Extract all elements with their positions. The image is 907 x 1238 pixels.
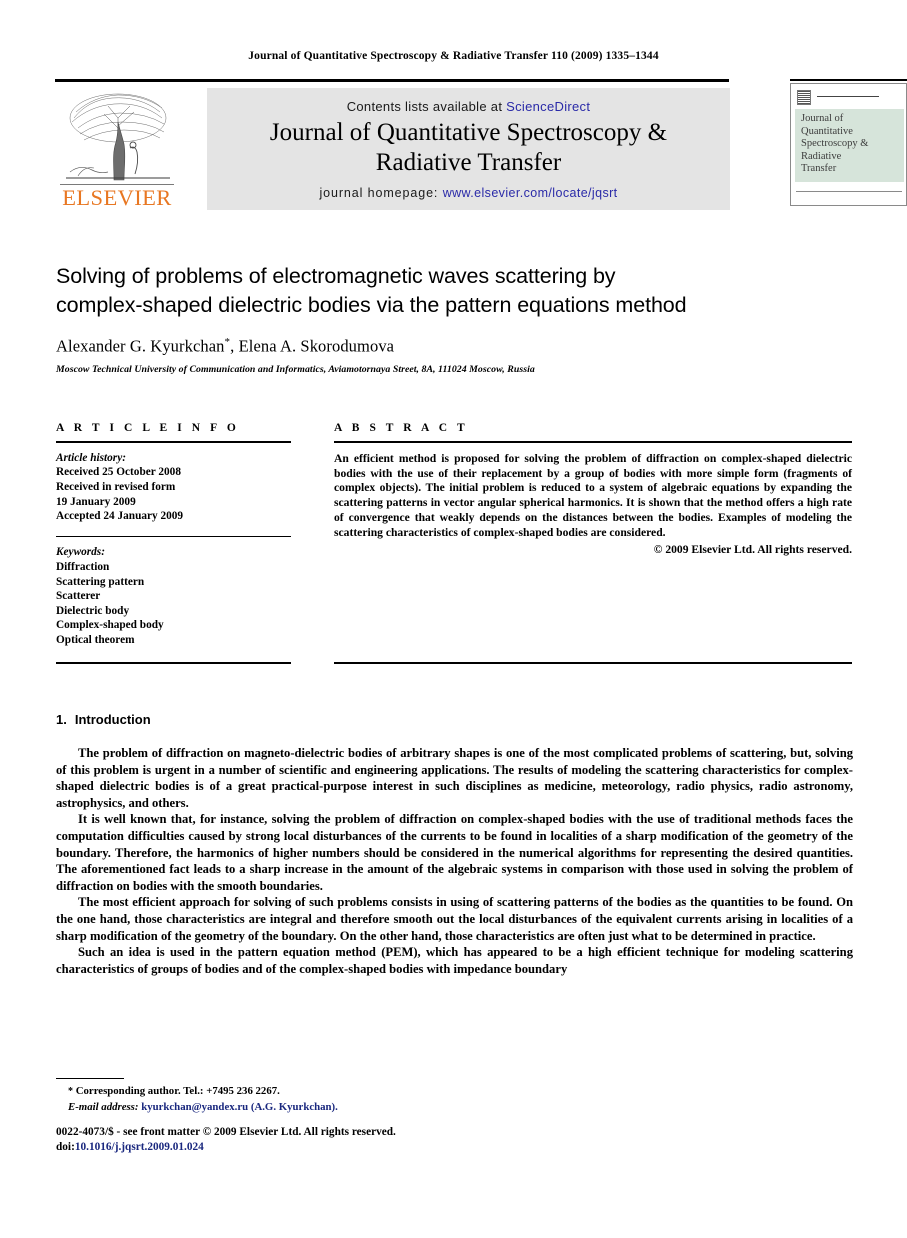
cover-header: [797, 90, 901, 106]
abstract-bottom-rule: [334, 662, 852, 664]
article-title-block: Solving of problems of electromagnetic w…: [56, 262, 856, 375]
body-paragraph: It is well known that, for instance, sol…: [56, 812, 853, 893]
contents-available-line: Contents lists available at ScienceDirec…: [207, 99, 730, 114]
keywords-group: Keywords: Diffraction Scattering pattern…: [56, 545, 291, 647]
journal-cover-thumbnail: Journal of Quantitative Spectroscopy & R…: [790, 83, 907, 206]
abstract-heading: A B S T R A C T: [334, 422, 469, 434]
keywords-label: Keywords:: [56, 546, 105, 559]
section-title: Introduction: [74, 712, 151, 727]
contents-available-prefix: Contents lists available at: [346, 99, 507, 114]
email-link[interactable]: kyurkchan@yandex.ru: [141, 1101, 248, 1113]
elsevier-wordmark: ELSEVIER: [62, 185, 172, 210]
article-history-label: Article history:: [56, 451, 126, 464]
body-paragraph: The most efficient approach for solving …: [56, 895, 853, 943]
issn-frontmatter-line: 0022-4073/$ - see front matter © 2009 El…: [56, 1126, 396, 1138]
cover-bottom-rule: [796, 191, 902, 192]
doi-link[interactable]: 10.1016/j.jqsrt.2009.01.024: [75, 1141, 204, 1153]
keyword-item: Diffraction: [56, 560, 110, 573]
article-history-group: Article history: Received 25 October 200…: [56, 451, 291, 524]
article-history-line: Accepted 24 January 2009: [56, 510, 184, 523]
cover-title-line-5: Transfer: [801, 163, 837, 175]
author-affiliation: Moscow Technical University of Communica…: [56, 363, 535, 375]
keyword-item: Optical theorem: [56, 633, 135, 646]
masthead-top-rule: [55, 79, 729, 82]
article-title-line-2: complex-shaped dielectric bodies via the…: [56, 293, 687, 317]
cover-title-line-3: Spectroscopy &: [801, 138, 869, 150]
cover-title-line-2: Quantitative: [801, 125, 853, 137]
keyword-item: Scatterer: [56, 590, 101, 603]
elsevier-tree-icon: [64, 88, 172, 182]
corresponding-author-star: *: [68, 1086, 73, 1097]
email-attribution: (A.G. Kyurkchan).: [250, 1100, 338, 1113]
sciencedirect-link[interactable]: ScienceDirect: [506, 99, 590, 114]
section-number: 1.: [56, 712, 67, 727]
keyword-item: Dielectric body: [56, 604, 130, 617]
imprint-block: 0022-4073/$ - see front matter © 2009 El…: [56, 1125, 556, 1155]
abstract-column: A B S T R A C T An efficient method is p…: [334, 422, 852, 664]
abstract-body: An efficient method is proposed for solv…: [334, 451, 852, 539]
footnote-block: * Corresponding author. Tel.: +7495 236 …: [56, 1084, 556, 1114]
elsevier-logo: ELSEVIER: [58, 88, 176, 210]
masthead-title-box: Contents lists available at ScienceDirec…: [207, 88, 730, 210]
article-info-heading: A R T I C L E I N F O: [56, 422, 240, 434]
doi-line: doi:10.1016/j.jqsrt.2009.01.024: [56, 1140, 556, 1155]
cover-title-line-4: Radiative: [801, 150, 842, 162]
section-heading-introduction: 1. Introduction: [56, 712, 151, 727]
section-body-introduction: The problem of diffraction on magneto-di…: [56, 745, 853, 977]
keyword-item: Complex-shaped body: [56, 619, 164, 632]
running-head: Journal of Quantitative Spectroscopy & R…: [248, 50, 659, 62]
author-list: Alexander G. Kyurkchan*, Elena A. Skorod…: [56, 336, 856, 357]
keyword-item: Scattering pattern: [56, 575, 145, 588]
footnote-separator-rule: [56, 1078, 124, 1080]
cover-mini-rule: [817, 96, 879, 97]
author-primary: Alexander G. Kyurkchan: [56, 336, 225, 356]
journal-homepage-link[interactable]: www.elsevier.com/locate/jqsrt: [443, 186, 618, 200]
journal-title: Journal of Quantitative Spectroscopy & R…: [207, 118, 730, 178]
document-page: Journal of Quantitative Spectroscopy & R…: [0, 0, 907, 1238]
corresponding-author-note: * Corresponding author. Tel.: +7495 236 …: [56, 1084, 556, 1100]
article-info-top-rule: [56, 441, 291, 443]
article-history-line: Received in revised form: [56, 480, 176, 493]
article-history-line: Received 25 October 2008: [56, 466, 181, 479]
article-info-column: A R T I C L E I N F O Article history: R…: [56, 422, 291, 664]
article-history-line: 19 January 2009: [56, 495, 136, 508]
journal-title-line-2: Radiative Transfer: [375, 149, 562, 176]
article-title-line-1: Solving of problems of electromagnetic w…: [56, 264, 616, 288]
cover-green-panel: Journal of Quantitative Spectroscopy & R…: [795, 109, 904, 182]
doi-label: doi:: [56, 1141, 75, 1153]
corresponding-author-text: Corresponding author. Tel.: +7495 236 22…: [75, 1085, 280, 1097]
author-secondary: , Elena A. Skorodumova: [230, 336, 395, 356]
cover-top-rule: [790, 79, 907, 81]
journal-title-line-1: Journal of Quantitative Spectroscopy &: [269, 119, 668, 146]
page-title: Solving of problems of electromagnetic w…: [56, 262, 856, 320]
article-info-bottom-rule: [56, 662, 291, 664]
abstract-copyright: © 2009 Elsevier Ltd. All rights reserved…: [653, 542, 852, 556]
email-note: E-mail address: kyurkchan@yandex.ru (A.G…: [56, 1100, 556, 1115]
cover-title-text: Journal of Quantitative Spectroscopy & R…: [801, 113, 868, 176]
email-label: E-mail address:: [68, 1100, 139, 1113]
abstract-top-rule: [334, 441, 852, 443]
cover-mini-logo-icon: [797, 90, 811, 105]
body-paragraph: The problem of diffraction on magneto-di…: [56, 746, 853, 810]
article-info-mid-rule: [56, 535, 291, 538]
journal-homepage-label: journal homepage:: [319, 186, 443, 200]
cover-title-line-1: Journal of: [801, 113, 844, 124]
body-paragraph: Such an idea is used in the pattern equa…: [56, 945, 853, 976]
journal-homepage-line: journal homepage: www.elsevier.com/locat…: [207, 186, 730, 200]
